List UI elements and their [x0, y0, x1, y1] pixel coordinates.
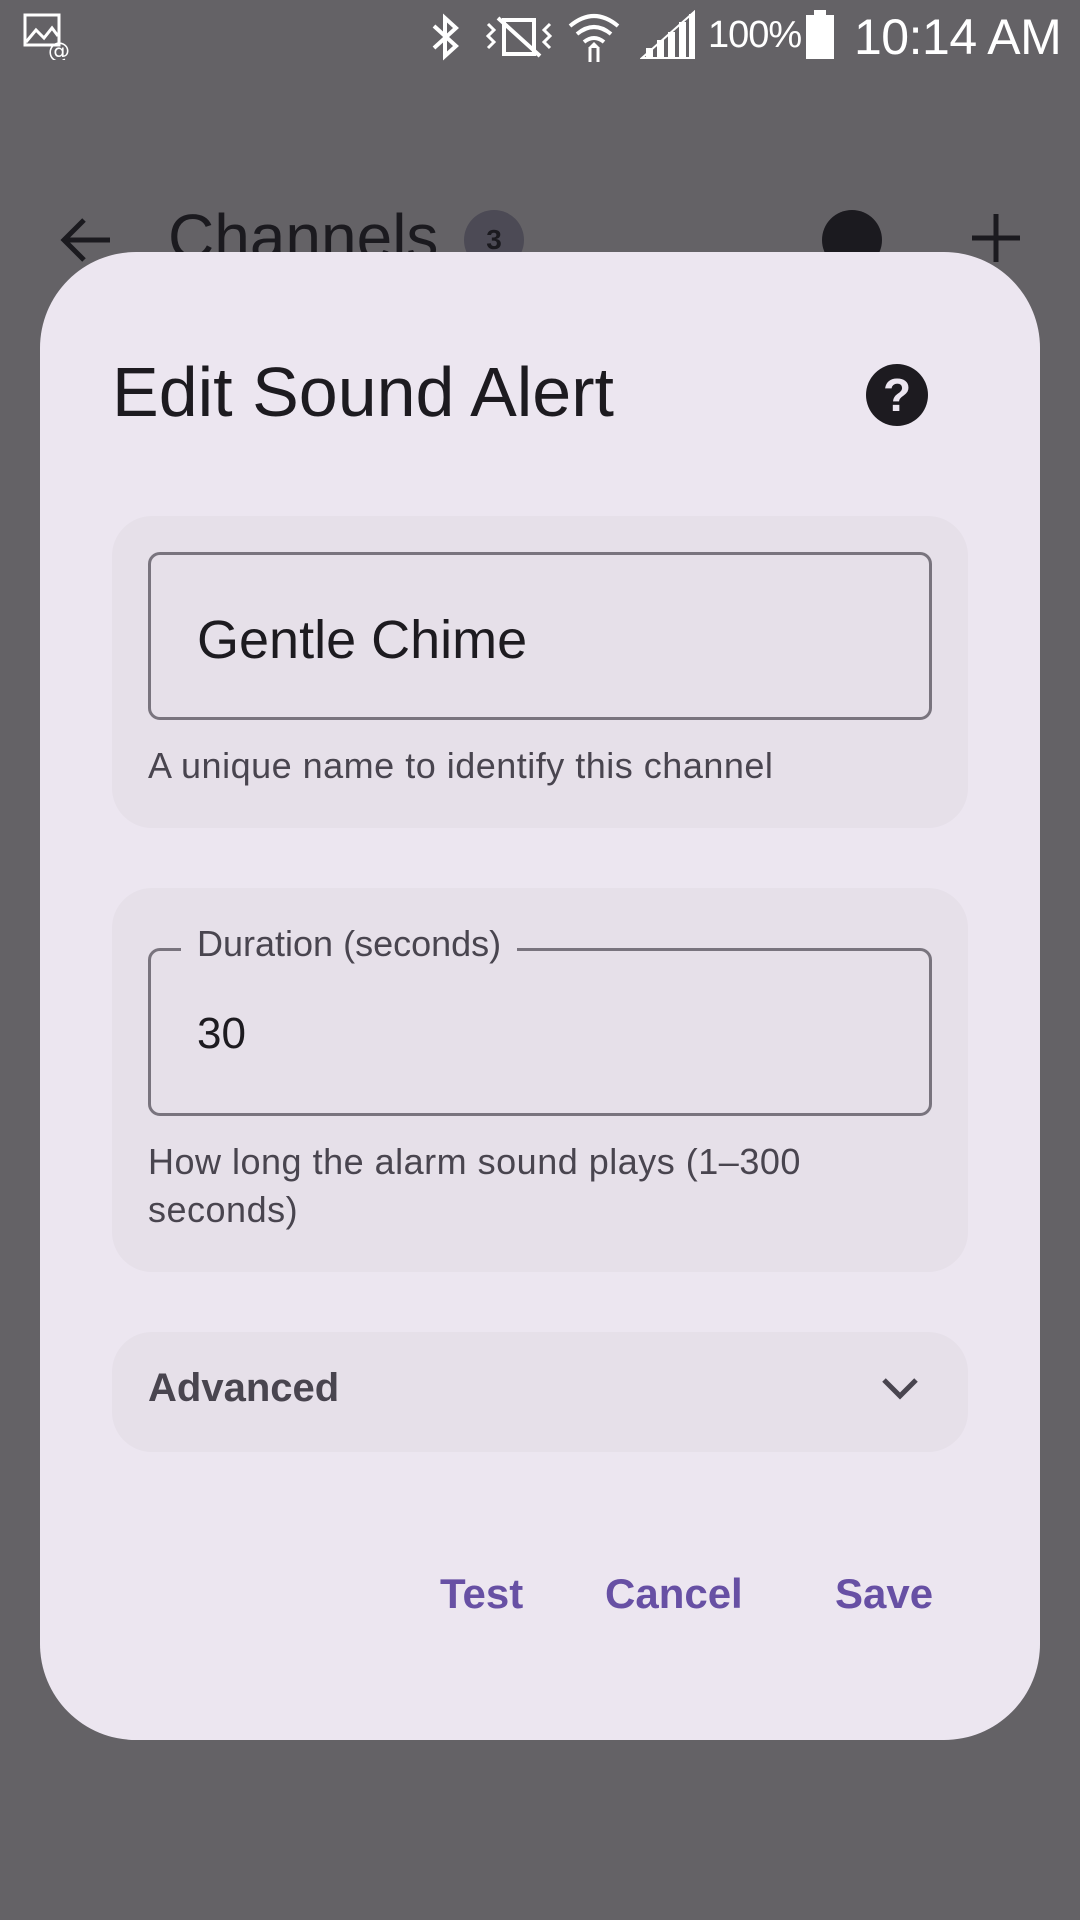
advanced-section[interactable]: Advanced: [112, 1332, 968, 1452]
vibrate-off-icon: [484, 14, 554, 60]
dialog-title: Edit Sound Alert: [112, 353, 614, 431]
advanced-label: Advanced: [148, 1366, 340, 1410]
duration-value[interactable]: 30: [197, 1009, 246, 1059]
duration-field-label: Duration (seconds): [181, 923, 518, 965]
duration-helper-text: How long the alarm sound plays (1–300 se…: [148, 1141, 801, 1230]
status-bar: @ 100% 10:14 AM: [0, 0, 1080, 75]
cancel-button[interactable]: Cancel: [605, 1570, 743, 1618]
dialog-actions: Test Cancel Save: [40, 1570, 1040, 1640]
screenshot-email-icon: @: [22, 12, 74, 60]
battery-percent: 100%: [708, 14, 802, 56]
clock: 10:14 AM: [854, 9, 1062, 65]
name-card: Gentle Chime A unique name to identify t…: [112, 516, 968, 828]
duration-field[interactable]: Duration (seconds) 30: [148, 923, 932, 1116]
edit-sound-alert-dialog: Edit Sound Alert ? Gentle Chime A unique…: [40, 252, 1040, 1740]
help-icon[interactable]: ?: [866, 364, 928, 426]
duration-card: Duration (seconds) 30 How long the alarm…: [112, 888, 968, 1272]
chevron-down-icon[interactable]: [880, 1374, 920, 1409]
wifi-icon: [566, 8, 622, 64]
save-button[interactable]: Save: [835, 1570, 933, 1618]
battery-icon: [804, 10, 836, 60]
channel-name-helper-text: A unique name to identify this channel: [148, 745, 774, 786]
channel-name-value[interactable]: Gentle Chime: [197, 609, 527, 671]
test-button[interactable]: Test: [440, 1570, 523, 1618]
cellular-signal-icon: [640, 10, 696, 60]
channel-name-field[interactable]: Gentle Chime: [148, 552, 932, 720]
svg-text:@: @: [48, 39, 70, 60]
bluetooth-icon: [428, 12, 464, 62]
